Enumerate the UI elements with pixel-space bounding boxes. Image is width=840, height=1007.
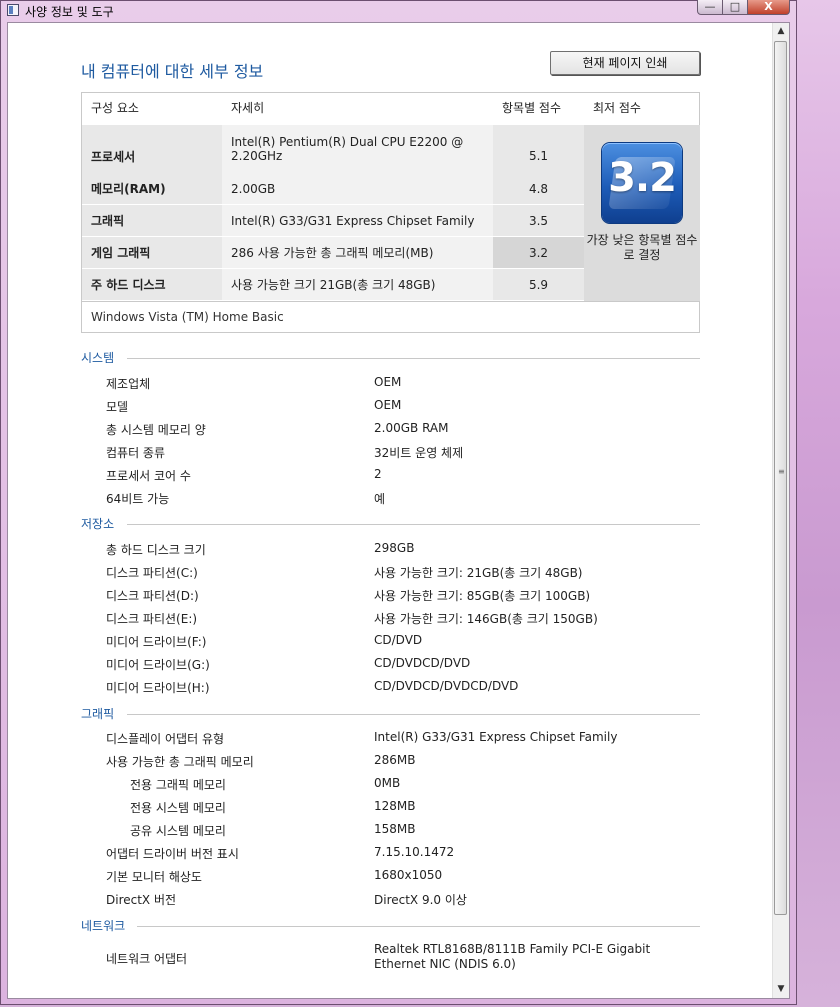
spec-value: DirectX 9.0 이상 [374,893,467,907]
spec-label: 전용 시스템 메모리 [130,801,226,815]
window-app-icon [7,4,19,16]
close-button[interactable]: X [748,0,790,15]
print-page-button[interactable]: 현재 페이지 인쇄 [550,51,700,75]
section-divider [127,524,700,525]
spec-label: 어댑터 드라이버 버전 표시 [106,847,239,861]
section-divider [137,926,700,927]
spec-label: 총 시스템 메모리 양 [106,423,206,437]
spec-label: 기본 모니터 해상도 [106,870,202,884]
header-component: 구성 요소 [91,101,139,115]
component-score: 3.2 [493,237,584,268]
spec-value: CD/DVD [374,633,423,647]
spec-label: 프로세서 코어 수 [106,469,191,483]
table-row-hard-disk: 주 하드 디스크 사용 가능한 크기 21GB(총 크기 48GB) 5.9 [82,269,584,300]
os-edition: Windows Vista (TM) Home Basic [91,310,284,324]
header-subscore: 항목별 점수 [502,101,562,115]
spec-label: 미디어 드라이브(F:) [106,635,207,649]
performance-score-table: 구성 요소 자세히 항목별 점수 최저 점수 프로세서 Intel(R) Pen… [81,92,700,333]
spec-value: 128MB [374,799,416,813]
component-score: 5.1 [493,125,584,173]
spec-label: 모델 [106,400,129,414]
component-name: 주 하드 디스크 [82,269,222,300]
system-info-window: 사양 정보 및 도구 — □ X 내 컴퓨터에 대한 세부 정보 현재 페이지 … [0,0,797,1005]
spec-value: 사용 가능한 크기: 21GB(총 크기 48GB) [374,566,583,580]
spec-label: 디스크 파티션(D:) [106,589,199,603]
maximize-button[interactable]: □ [723,0,748,15]
component-name: 그래픽 [82,205,222,236]
component-name: 메모리(RAM) [82,173,222,204]
base-score-panel: 3.2 가장 낮은 항목별 점수로 결정 [584,125,700,301]
component-name: 게임 그래픽 [82,237,222,268]
title-bar[interactable]: 사양 정보 및 도구 — □ X [1,0,796,21]
table-row-processor: 프로세서 Intel(R) Pentium(R) Dual CPU E2200 … [82,125,584,173]
spec-value: 7.15.10.1472 [374,845,455,859]
spec-value: 158MB [374,822,416,836]
spec-label: 컴퓨터 종류 [106,446,166,460]
section-divider [127,714,700,715]
table-row-gaming-graphics: 게임 그래픽 286 사용 가능한 총 그래픽 메모리(MB) 3.2 [82,237,584,268]
minimize-button[interactable]: — [697,0,723,15]
spec-value: OEM [374,375,402,389]
spec-value: 사용 가능한 크기: 85GB(총 크기 100GB) [374,589,591,603]
spec-value: CD/DVDCD/DVD [374,656,471,670]
base-score-badge: 3.2 [602,143,682,223]
spec-value: CD/DVDCD/DVDCD/DVD [374,679,519,693]
spec-value: 298GB [374,541,415,555]
component-score: 3.5 [493,205,584,236]
spec-value: Intel(R) G33/G31 Express Chipset Family [374,730,618,744]
component-detail: Intel(R) Pentium(R) Dual CPU E2200 @ 2.2… [222,125,493,173]
spec-label: 총 하드 디스크 크기 [106,543,206,557]
component-detail: 2.00GB [222,173,493,204]
section-title-network: 네트워크 [81,919,126,933]
spec-label: 디스크 파티션(E:) [106,612,198,626]
spec-label: 제조업체 [106,377,151,391]
spec-value: 2.00GB RAM [374,421,449,435]
component-score: 4.8 [493,173,584,204]
component-name: 프로세서 [82,125,222,173]
spec-value: 예 [374,492,386,506]
vertical-scrollbar[interactable]: ▲ ≡ ▼ [772,23,789,998]
page-title: 내 컴퓨터에 대한 세부 정보 [81,62,264,81]
scroll-down-arrow-icon[interactable]: ▼ [773,981,789,998]
spec-value: 0MB [374,776,401,790]
spec-value: 2 [374,467,382,481]
spec-label: 네트워크 어댑터 [106,952,188,966]
section-title-storage: 저장소 [81,517,115,531]
scrollbar-thumb[interactable]: ≡ [774,41,787,915]
component-detail: 사용 가능한 크기 21GB(총 크기 48GB) [222,269,493,300]
table-row-graphics: 그래픽 Intel(R) G33/G31 Express Chipset Fam… [82,205,584,236]
spec-value: Realtek RTL8168B/8111B Family PCI-E Giga… [374,942,651,971]
spec-label: 디스크 파티션(C:) [106,566,198,580]
base-score-value: 3.2 [608,155,677,201]
spec-label: 미디어 드라이브(H:) [106,681,210,695]
spec-label: 미디어 드라이브(G:) [106,658,210,672]
section-title-graphics: 그래픽 [81,707,115,721]
section-title-system: 시스템 [81,351,115,365]
header-detail: 자세히 [231,101,265,115]
grip-icon: ≡ [778,467,785,476]
spec-label: 전용 그래픽 메모리 [130,778,226,792]
content-area: 내 컴퓨터에 대한 세부 정보 현재 페이지 인쇄 구성 요소 자세히 항목별 … [7,22,790,999]
component-detail: 286 사용 가능한 총 그래픽 메모리(MB) [222,237,493,268]
spec-label: 64비트 가능 [106,492,170,506]
spec-value: 1680x1050 [374,868,443,882]
section-divider [127,358,700,359]
base-score-caption: 가장 낮은 항목별 점수로 결정 [586,233,698,262]
spec-label: 공유 시스템 메모리 [130,824,226,838]
component-score: 5.9 [493,269,584,300]
spec-value: 사용 가능한 크기: 146GB(총 크기 150GB) [374,612,598,626]
header-base-score: 최저 점수 [593,101,641,115]
component-detail: Intel(R) G33/G31 Express Chipset Family [222,205,493,236]
spec-label: 디스플레이 어댑터 유형 [106,732,225,746]
window-controls: — □ X [697,0,790,15]
spec-value: 32비트 운영 체제 [374,446,464,460]
spec-value: 286MB [374,753,416,767]
spec-value: OEM [374,398,402,412]
spec-label: DirectX 버전 [106,893,177,907]
window-title: 사양 정보 및 도구 [25,5,114,19]
scroll-up-arrow-icon[interactable]: ▲ [773,23,789,40]
spec-label: 사용 가능한 총 그래픽 메모리 [106,755,254,769]
table-row-memory: 메모리(RAM) 2.00GB 4.8 [82,173,584,204]
